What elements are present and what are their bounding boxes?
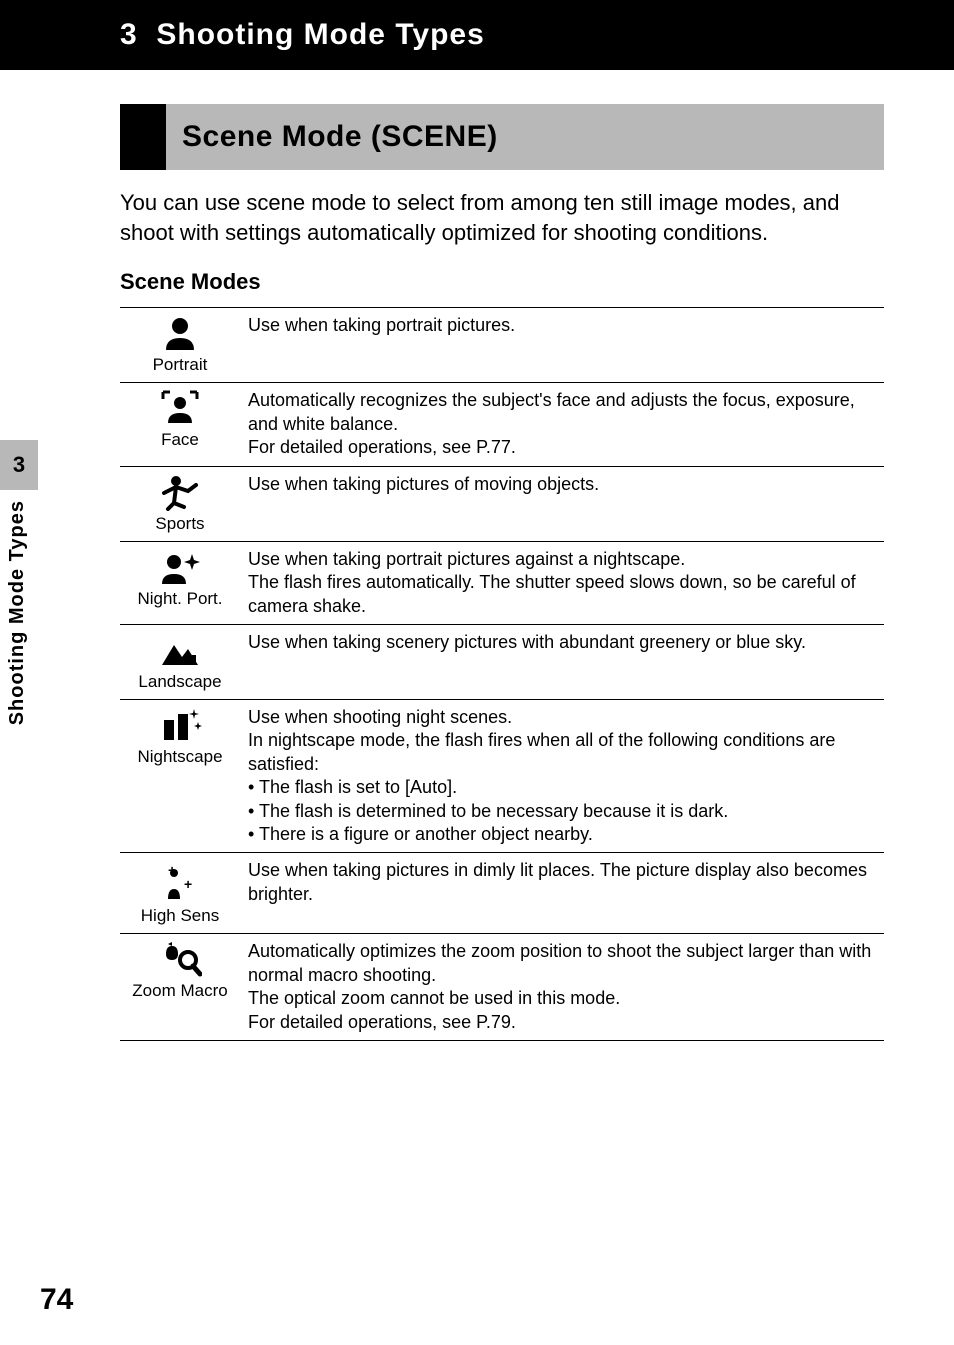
mode-icon-cell: Portrait xyxy=(120,308,240,383)
mode-icon-cell: Sports xyxy=(120,466,240,541)
mode-name: Sports xyxy=(128,513,232,535)
mode-name: Nightscape xyxy=(128,746,232,768)
table-row: Landscape Use when taking scenery pictur… xyxy=(120,624,884,699)
mode-bullets: The flash is set to [Auto]. The flash is… xyxy=(248,776,876,846)
chapter-title: Shooting Mode Types xyxy=(156,18,484,51)
table-row: Nightscape Use when shooting night scene… xyxy=(120,700,884,853)
mode-name: Zoom Macro xyxy=(128,980,232,1002)
side-tab: 3 Shooting Mode Types xyxy=(0,440,38,735)
high-sens-icon: + + xyxy=(158,859,202,903)
table-row: Portrait Use when taking portrait pictur… xyxy=(120,308,884,383)
mode-name: High Sens xyxy=(128,905,232,927)
section-block xyxy=(120,104,166,170)
mode-icon-cell: + + High Sens xyxy=(120,853,240,934)
mode-desc: Use when taking pictures of moving objec… xyxy=(240,466,884,541)
mode-icon-cell: Zoom Macro xyxy=(120,934,240,1041)
mode-desc: Use when taking pictures in dimly lit pl… xyxy=(240,853,884,934)
mode-name: Face xyxy=(128,429,232,451)
mode-name: Landscape xyxy=(128,671,232,693)
landscape-icon xyxy=(158,631,202,669)
mode-icon-cell: Night. Port. xyxy=(120,541,240,624)
section-title: Scene Mode (SCENE) xyxy=(166,104,884,170)
portrait-icon xyxy=(158,314,202,352)
list-item: There is a figure or another object near… xyxy=(248,823,876,846)
page-number: 74 xyxy=(40,1283,73,1317)
mode-icon-cell: Nightscape xyxy=(120,700,240,853)
list-item: The flash is set to [Auto]. xyxy=(248,776,876,799)
face-icon xyxy=(158,389,202,427)
mode-desc: Use when taking scenery pictures with ab… xyxy=(240,624,884,699)
scene-mode-table: Portrait Use when taking portrait pictur… xyxy=(120,307,884,1041)
side-tab-text: Shooting Mode Types xyxy=(0,490,35,735)
table-row: Zoom Macro Automatically optimizes the z… xyxy=(120,934,884,1041)
section-heading: Scene Mode (SCENE) xyxy=(120,104,884,170)
mode-name: Night. Port. xyxy=(128,588,232,610)
list-item: The flash is determined to be necessary … xyxy=(248,800,876,823)
zoom-macro-icon xyxy=(158,940,202,978)
table-row: Face Automatically recognizes the subjec… xyxy=(120,383,884,466)
chapter-number: 3 xyxy=(120,18,138,51)
table-row: Sports Use when taking pictures of movin… xyxy=(120,466,884,541)
mode-desc: Use when taking portrait pictures agains… xyxy=(240,541,884,624)
mode-desc-lead: Use when shooting night scenes.In nights… xyxy=(248,707,835,774)
chapter-header: 3 Shooting Mode Types xyxy=(0,0,954,70)
sports-icon xyxy=(158,473,202,511)
night-portrait-icon xyxy=(158,548,202,586)
mode-icon-cell: Landscape xyxy=(120,624,240,699)
table-row: + + High Sens Use when taking pictures i… xyxy=(120,853,884,934)
table-row: Night. Port. Use when taking portrait pi… xyxy=(120,541,884,624)
mode-name: Portrait xyxy=(128,354,232,376)
intro-text: You can use scene mode to select from am… xyxy=(120,188,884,247)
mode-desc: Use when shooting night scenes.In nights… xyxy=(240,700,884,853)
mode-desc: Automatically optimizes the zoom positio… xyxy=(240,934,884,1041)
mode-icon-cell: Face xyxy=(120,383,240,466)
nightscape-icon xyxy=(158,706,202,744)
side-tab-number: 3 xyxy=(0,440,38,490)
scene-modes-label: Scene Modes xyxy=(120,269,884,295)
mode-desc: Automatically recognizes the subject's f… xyxy=(240,383,884,466)
svg-text:+: + xyxy=(184,876,192,892)
mode-desc: Use when taking portrait pictures. xyxy=(240,308,884,383)
